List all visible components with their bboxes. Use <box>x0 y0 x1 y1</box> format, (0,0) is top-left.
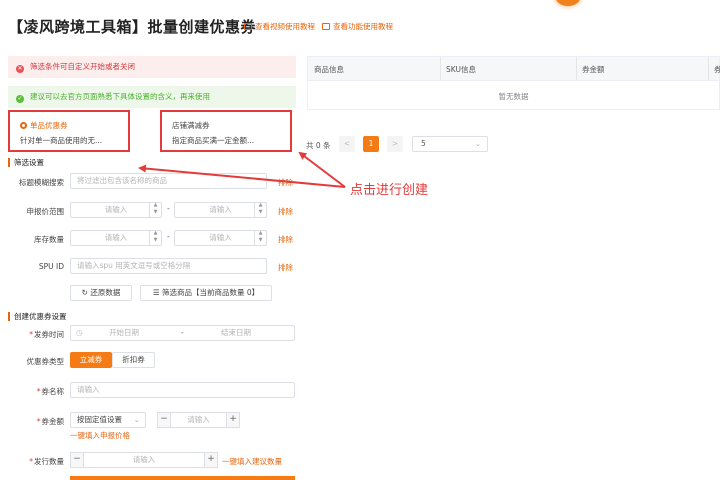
coupon-kind-label: 优惠券类型 <box>26 357 65 366</box>
end-date-input[interactable]: 结束日期 <box>221 326 251 340</box>
column-header: 券 <box>714 65 720 74</box>
arrow-to-store-coupon <box>298 151 346 188</box>
reset-data-label: 还原数据 <box>90 288 121 297</box>
date-range-sep: - <box>181 328 184 337</box>
coupon-type-store-card[interactable]: 店铺满减券 指定商品买满一定金额... <box>160 110 292 152</box>
page-1-button[interactable]: 1 <box>363 136 379 152</box>
coupon-name-input[interactable]: 请输入 <box>70 382 295 398</box>
coupon-type-single-desc: 针对单一商品使用的无... <box>20 136 103 145</box>
qty-decrement-button[interactable]: − <box>70 452 84 468</box>
issue-qty-label: *发行数量 <box>14 456 64 467</box>
amount-increment-button[interactable]: + <box>226 412 240 428</box>
column-header: 商品信息 <box>314 65 344 74</box>
qty-increment-button[interactable]: + <box>204 452 218 468</box>
page-size-select[interactable]: 5 ⌄ <box>412 136 488 152</box>
close-circle-icon: ✕ <box>16 65 24 73</box>
column-divider <box>576 57 577 81</box>
price-max-stepper[interactable]: ▲ ▼ <box>254 202 266 218</box>
coupon-type-store-title: 店铺满减券 <box>172 121 210 130</box>
coupon-name-label-text: 券名称 <box>41 387 65 396</box>
title-search-input[interactable]: 将过滤出包含该名称的商品 <box>70 173 267 189</box>
radio-selected-icon <box>20 122 27 129</box>
price-range-label: 申报价范围 <box>26 207 65 216</box>
document-icon <box>322 23 330 30</box>
type-instant-button[interactable]: 立减券 <box>70 352 112 368</box>
column-header: 券金额 <box>582 65 605 74</box>
page-size-value: 5 <box>421 139 426 148</box>
coupon-type-single-card[interactable]: 单品优惠券 针对单一商品使用的无... <box>8 110 130 152</box>
next-page-button[interactable]: > <box>387 136 403 152</box>
type-discount-button[interactable]: 折扣券 <box>112 352 155 368</box>
docs-tutorial-link[interactable]: 查看功能使用教程 <box>322 21 393 32</box>
chevron-down-icon: ⌄ <box>475 140 481 148</box>
filter-products-label: 筛选商品【当前商品数量 0】 <box>161 288 260 297</box>
page-title: 【凌风跨境工具箱】批量创建优惠券 <box>8 18 257 36</box>
coupon-amount-label: *券金额 <box>14 416 64 427</box>
success-alert-text: 建议可以去官方页面熟悉下具体设置的含义，再来使用 <box>30 92 210 101</box>
title-search-label: 标题模糊搜索 <box>19 178 64 187</box>
column-header: SKU信息 <box>446 65 476 74</box>
empty-table-text: 暂无数据 <box>498 92 529 101</box>
calendar-icon: ◷ <box>76 328 83 337</box>
required-mark: * <box>36 387 41 396</box>
amount-input[interactable]: 请输入 <box>170 412 227 428</box>
spu-input[interactable]: 请输入spu 用英文逗号或空格分隔 <box>70 258 267 274</box>
issue-time-label: *发券时间 <box>14 329 64 340</box>
coupon-name-label: *券名称 <box>14 386 64 397</box>
required-mark: * <box>29 330 33 339</box>
column-divider <box>708 57 709 81</box>
prev-page-button[interactable]: < <box>339 136 355 152</box>
error-alert: ✕ 筛选条件可自定义开始或者关闭 <box>8 56 296 78</box>
price-range-dash: - <box>167 204 170 213</box>
docs-tutorial-label: 查看功能使用教程 <box>333 22 393 31</box>
coupon-type-single-title: 单品优惠券 <box>30 121 68 130</box>
success-alert: ✓ 建议可以去官方页面熟悉下具体设置的含义，再来使用 <box>8 86 296 108</box>
video-icon <box>244 23 252 30</box>
title-exclude-button[interactable]: 排除 <box>278 177 293 188</box>
qty-input[interactable]: 请输入 <box>83 452 205 468</box>
fill-suggested-qty-link[interactable]: 一键填入建议数量 <box>222 456 282 467</box>
amount-mode-select[interactable]: 按固定值设置 ⌄ <box>70 412 146 428</box>
price-min-stepper[interactable]: ▲ ▼ <box>149 202 161 218</box>
spu-exclude-button[interactable]: 排除 <box>278 262 293 273</box>
stock-exclude-button[interactable]: 排除 <box>278 234 293 245</box>
fill-declared-price-link[interactable]: 一键填入申报价格 <box>70 430 130 441</box>
coupon-table: 商品信息 SKU信息 券金额 券 暂无数据 <box>307 56 720 110</box>
issue-time-label-text: 发券时间 <box>34 330 64 339</box>
pagination-total: 共 0 条 <box>306 141 331 150</box>
floating-tool-button[interactable] <box>555 0 581 6</box>
create-section-title: 创建优惠券设置 <box>8 312 67 321</box>
amount-decrement-button[interactable]: − <box>157 412 171 428</box>
required-mark: * <box>29 457 33 466</box>
filter-icon: ☰ <box>152 288 162 297</box>
stock-label: 库存数量 <box>34 235 64 244</box>
spu-label: SPU ID <box>38 262 64 271</box>
column-divider <box>440 57 441 81</box>
price-exclude-button[interactable]: 排除 <box>278 206 293 217</box>
start-date-input[interactable]: 开始日期 <box>109 326 139 340</box>
table-header: 商品信息 SKU信息 券金额 券 <box>308 57 720 81</box>
amount-mode-value: 按固定值设置 <box>77 415 122 424</box>
stock-max-stepper[interactable]: ▲ ▼ <box>254 230 266 246</box>
stock-min-stepper[interactable]: ▲ ▼ <box>149 230 161 246</box>
app-root: 【凌风跨境工具箱】批量创建优惠券 查看视频使用教程 查看功能使用教程 ✕ 筛选条件… <box>0 0 720 480</box>
coupon-amount-label-text: 券金额 <box>41 417 65 426</box>
filter-section-title: 筛选设置 <box>8 158 44 167</box>
annotation-label: 点击进行创建 <box>350 183 429 198</box>
chevron-down-icon: ⌄ <box>133 415 140 424</box>
check-circle-icon: ✓ <box>16 95 24 103</box>
issue-date-range[interactable]: ◷ 开始日期 - 结束日期 <box>70 325 295 341</box>
error-alert-text: 筛选条件可自定义开始或者关闭 <box>30 62 135 71</box>
video-tutorial-label: 查看视频使用教程 <box>255 22 315 31</box>
reset-data-button[interactable]: ↻ 还原数据 <box>70 285 132 301</box>
coupon-type-store-desc: 指定商品买满一定金额... <box>172 136 255 145</box>
filter-products-button[interactable]: ☰ 筛选商品【当前商品数量 0】 <box>140 285 272 301</box>
video-tutorial-link[interactable]: 查看视频使用教程 <box>244 21 315 32</box>
issue-qty-label-text: 发行数量 <box>34 457 64 466</box>
required-mark: * <box>36 417 41 426</box>
stock-range-dash: - <box>167 232 170 241</box>
create-submit-button[interactable] <box>70 476 295 480</box>
